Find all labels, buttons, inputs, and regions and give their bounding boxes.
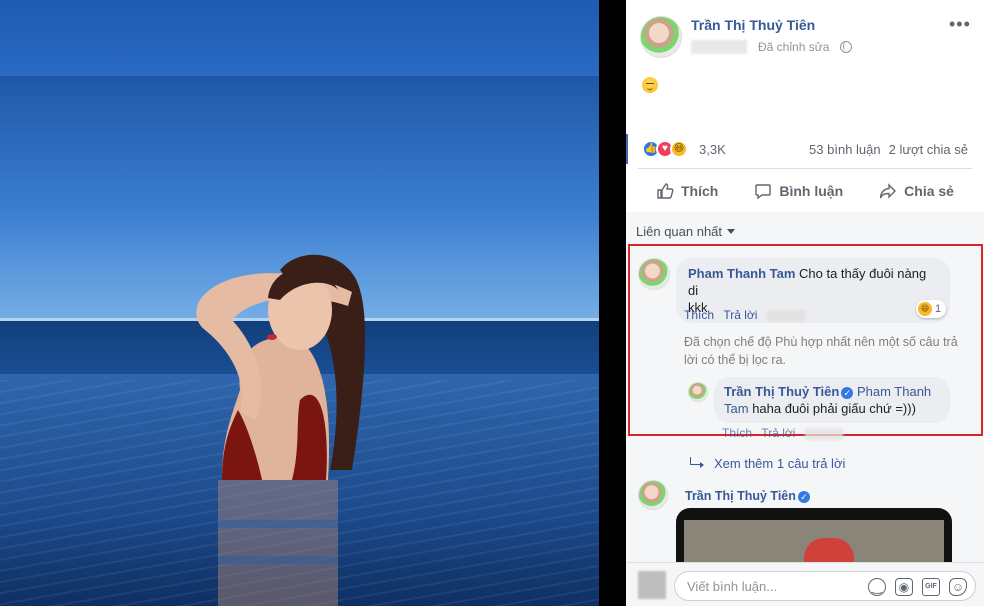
filter-note-line1: Đã chọn chế độ Phù hợp nhất nên một số c… — [684, 335, 958, 349]
comment-reaction-count: 1 — [935, 303, 942, 315]
filter-note: Đã chọn chế độ Phù hợp nhất nên một số c… — [684, 333, 974, 369]
comment-like-link[interactable]: Thích — [684, 308, 714, 322]
reply-text: haha đuôi phải giấu chứ =))) — [752, 401, 916, 416]
engagement-counts: 53 bình luận 2 lượt chia sẻ — [809, 142, 968, 157]
reaction-count[interactable]: 3,3K — [699, 142, 726, 157]
camera-icon[interactable]: ◉ — [895, 578, 913, 596]
divider — [638, 168, 972, 169]
post-photo[interactable] — [0, 0, 599, 606]
my-avatar-blurred — [638, 571, 666, 599]
post-panel: Trần Thị Thuỷ Tiên Đã chỉnh sửa ••• 👍 ♥ … — [626, 0, 984, 606]
composer-icons: ‿ ◉ GIF ☺ — [868, 578, 967, 596]
commenter-avatar[interactable] — [638, 258, 670, 290]
comment-sort-dropdown[interactable]: Liên quan nhất — [636, 224, 735, 239]
post-emoji-content — [642, 77, 658, 93]
like-label: Thích — [681, 183, 719, 199]
photo-figure — [196, 254, 366, 606]
comments-count[interactable]: 53 bình luận — [809, 142, 881, 157]
more-options-icon[interactable]: ••• — [949, 14, 971, 35]
post-edited-label[interactable]: Đã chỉnh sửa — [758, 40, 829, 54]
share-icon — [879, 183, 897, 199]
focus-rule — [626, 134, 628, 164]
commenter-name[interactable]: Pham Thanh Tam — [688, 266, 795, 281]
reactions-summary[interactable]: 👍 ♥ 😆 — [642, 140, 702, 158]
reply-mention-part2[interactable]: Tam — [724, 401, 749, 416]
verified-badge-icon: ✓ — [841, 387, 854, 399]
reply-actions: Thích Trả lời — [722, 426, 843, 440]
comment-icon — [755, 184, 772, 200]
comment-actions: Thích Trả lời — [684, 308, 805, 322]
verified-badge-icon: ✓ — [797, 491, 810, 503]
second-commenter-name-text: Trần Thị Thuỷ Tiên — [685, 489, 796, 503]
sticker-icon[interactable]: ☺ — [949, 578, 967, 596]
post-author-name[interactable]: Trần Thị Thuỷ Tiên — [691, 17, 815, 33]
comment-time-blurred[interactable] — [766, 309, 805, 322]
comment-reaction-badge[interactable]: 😆 1 — [916, 300, 947, 318]
comment-composer: Viết bình luận... ‿ ◉ GIF ☺ — [626, 562, 984, 606]
author-avatar[interactable] — [640, 16, 682, 58]
emoji-icon[interactable]: ‿ — [868, 578, 886, 596]
share-label: Chia sẻ — [904, 183, 954, 199]
reply-mention-part1[interactable]: Pham Thanh — [857, 384, 931, 399]
haha-mini-icon: 😆 — [918, 302, 932, 316]
comment-input[interactable]: Viết bình luận... ‿ ◉ GIF ☺ — [674, 571, 976, 601]
reply-author-name[interactable]: Trần Thị Thuỷ Tiên — [724, 384, 839, 399]
reply-time-blurred[interactable] — [804, 427, 843, 440]
like-icon — [657, 183, 674, 199]
comment-reply-link[interactable]: Trả lời — [723, 308, 757, 322]
comments-section: Liên quan nhất Pham Thanh Tam Cho ta thấ… — [626, 212, 984, 578]
like-button[interactable]: Thích — [656, 174, 718, 208]
view-more-replies-link[interactable]: Xem thêm 1 câu trả lời — [714, 456, 845, 471]
post-timestamp-blurred[interactable] — [691, 40, 747, 54]
reply-arrow-icon — [690, 457, 704, 468]
gif-icon[interactable]: GIF — [922, 578, 940, 596]
filter-note-line2: lời có thể bị lọc ra. — [684, 353, 786, 367]
photo-panel-gap — [599, 0, 626, 606]
comment-input-placeholder: Viết bình luận... — [687, 579, 778, 594]
share-button[interactable]: Chia sẻ — [879, 174, 954, 208]
haha-reaction-icon: 😆 — [670, 140, 688, 158]
second-commenter-avatar[interactable] — [638, 480, 668, 510]
reply-like-link[interactable]: Thích — [722, 426, 752, 440]
shares-count[interactable]: 2 lượt chia sẻ — [889, 142, 968, 157]
comment-label: Bình luận — [779, 183, 844, 199]
comment-button[interactable]: Bình luận — [754, 174, 843, 208]
globe-icon — [840, 41, 852, 53]
reply-reply-link[interactable]: Trả lời — [761, 426, 795, 440]
reply-bubble: Trần Thị Thuỷ Tiên ✓ Pham Thanh Tam haha … — [714, 377, 950, 423]
reply-avatar[interactable] — [688, 382, 708, 402]
second-commenter-name[interactable]: Trần Thị Thuỷ Tiên ✓ — [685, 489, 810, 503]
post-actions: Thích Bình luận Chia sẻ — [638, 174, 972, 208]
